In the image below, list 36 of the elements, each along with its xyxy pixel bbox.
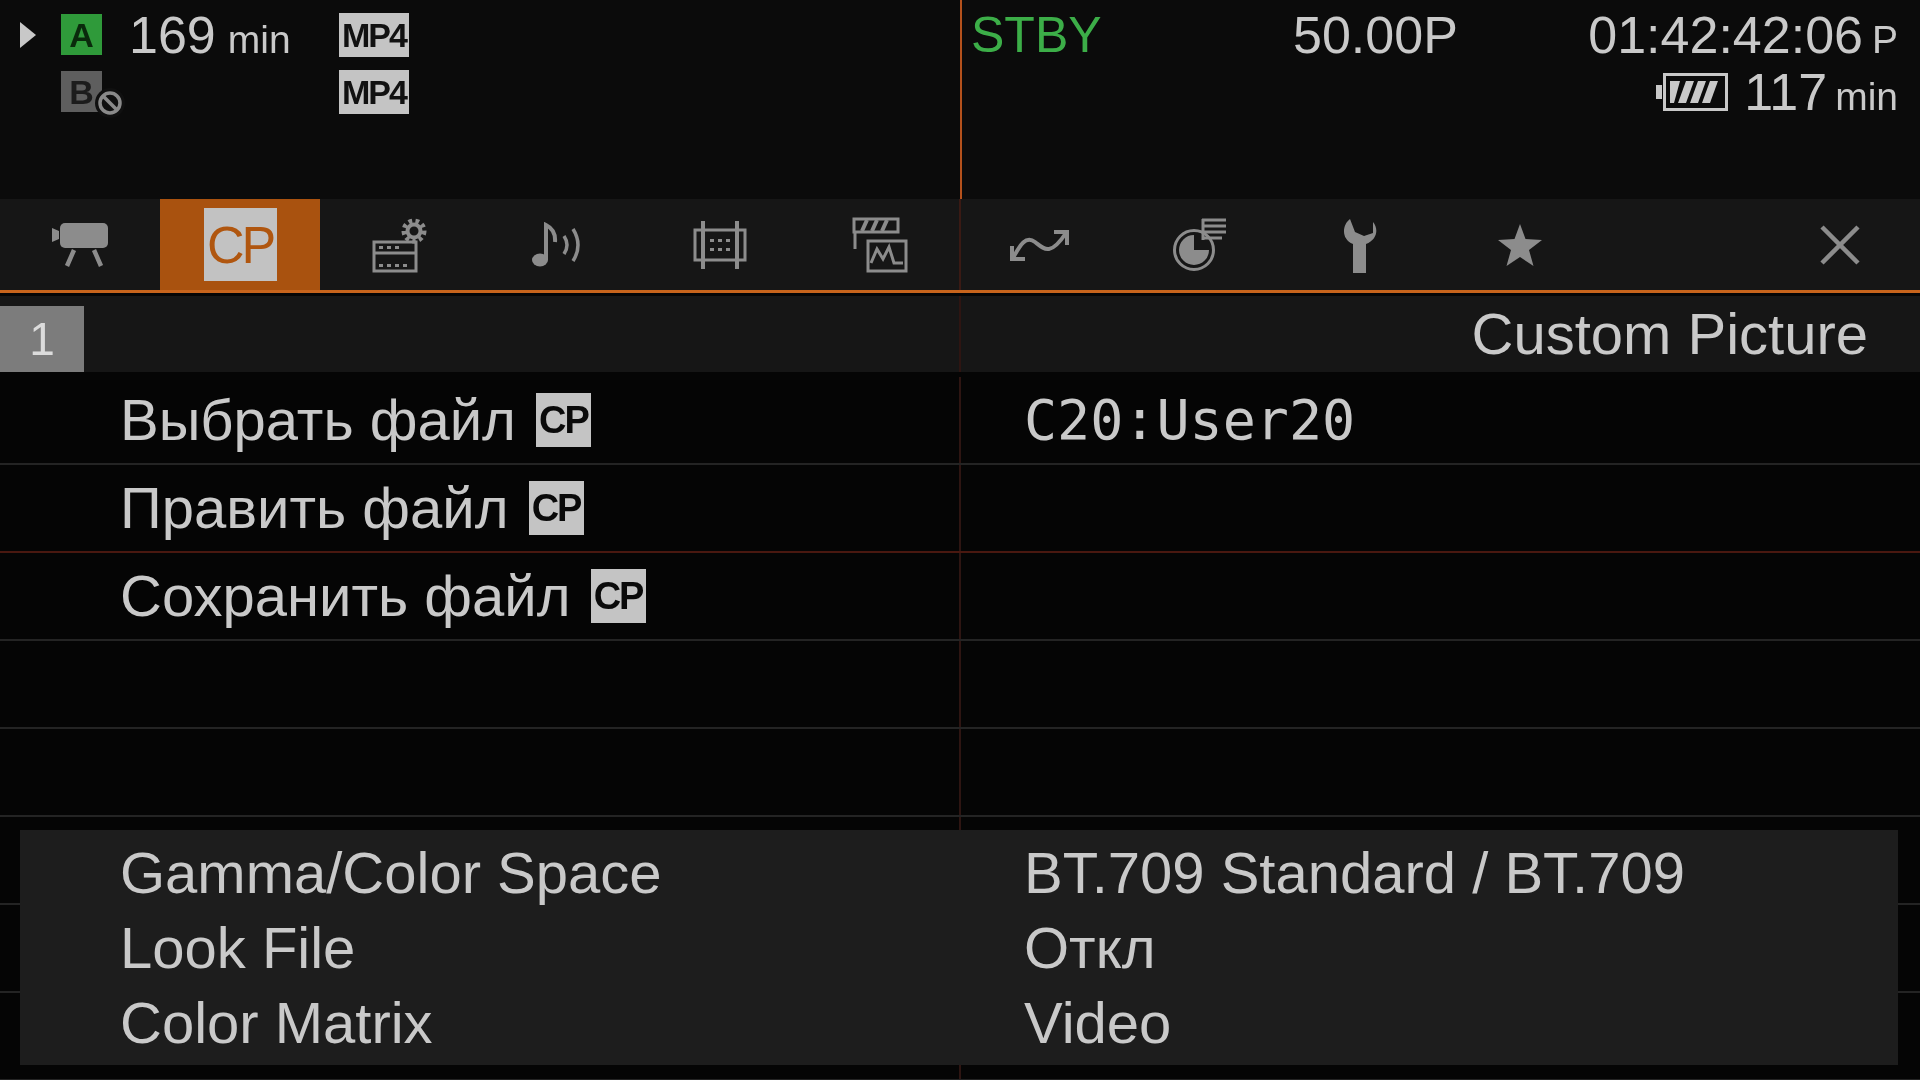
setting-label: Look File bbox=[120, 918, 356, 977]
film-frame-icon bbox=[692, 220, 748, 269]
media-slot-badge: B bbox=[61, 71, 102, 112]
clapperboard-waveform-icon bbox=[852, 216, 908, 273]
setting-value: Video bbox=[1024, 993, 1172, 1052]
camera-tripod-icon bbox=[52, 222, 108, 267]
cp-badge: CP bbox=[535, 393, 591, 447]
cp-badge: CP bbox=[590, 569, 646, 623]
page-number: 1 bbox=[0, 306, 84, 372]
format-badge: MP4 bbox=[339, 12, 409, 57]
frame-rate-text: 50.00P bbox=[1293, 8, 1459, 61]
setting-value: Откл bbox=[1024, 918, 1156, 977]
menu-title: Custom Picture bbox=[1471, 305, 1868, 363]
timecode-mode-text: P bbox=[1872, 19, 1898, 59]
pie-chart-list-icon bbox=[1172, 217, 1228, 272]
menu-row[interactable]: Сохранить файл CP bbox=[0, 553, 1920, 641]
unit-text: min bbox=[1835, 76, 1898, 116]
menu-value: C20:User20 bbox=[1024, 392, 1356, 448]
setting-label: Color Matrix bbox=[120, 993, 433, 1052]
status-text: STBY bbox=[971, 9, 1103, 60]
setting-value: BT.709 Standard / BT.709 bbox=[1024, 843, 1685, 902]
no-entry-icon bbox=[95, 88, 125, 118]
star-icon bbox=[1498, 223, 1542, 266]
film-gear-icon bbox=[372, 216, 428, 273]
menu-row[interactable]: Выбрать файл CP C20:User20 bbox=[0, 377, 1920, 465]
battery-time-text: 117 bbox=[1744, 65, 1828, 118]
timecode-text: 01:42:42:06 bbox=[1588, 8, 1863, 61]
menu-row[interactable]: Править файл CP bbox=[0, 465, 1920, 553]
cp-badge: CP bbox=[528, 481, 584, 535]
media-slot-badge: A bbox=[61, 14, 102, 55]
wrench-icon bbox=[1341, 216, 1379, 273]
format-badge: MP4 bbox=[339, 69, 409, 114]
remaining-time-text: 169 bbox=[129, 8, 216, 61]
battery-icon bbox=[1656, 72, 1729, 111]
close-icon bbox=[1819, 223, 1861, 266]
unit-text: min bbox=[227, 19, 291, 59]
